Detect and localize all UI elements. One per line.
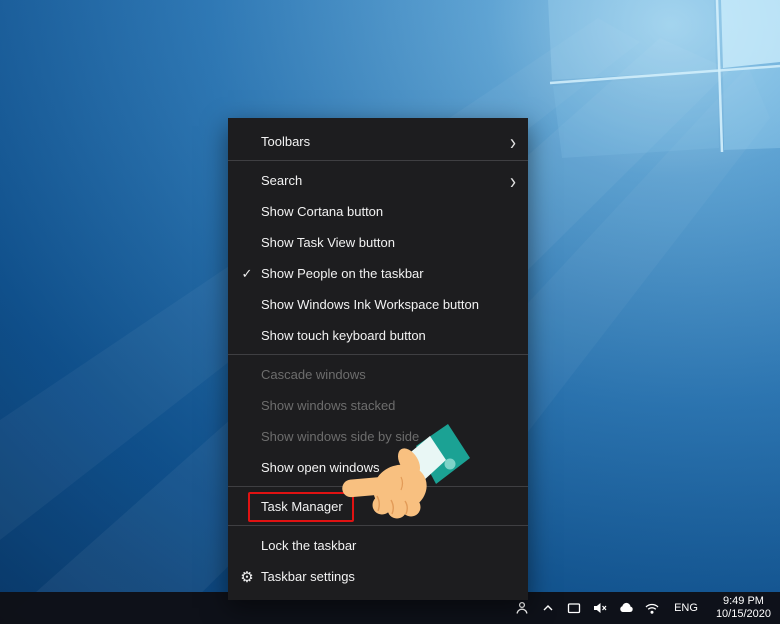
display-icon[interactable] [566,600,582,616]
menu-separator [228,160,528,161]
menu-item-label: Cascade windows [261,367,366,382]
menu-item-label: Taskbar settings [261,569,355,584]
menu-item-search[interactable]: Search › [228,165,528,196]
show-hidden-icons-chevron-icon[interactable] [540,600,556,616]
menu-item-show-windows-side-by-side: Show windows side by side [228,421,528,452]
menu-item-label: Lock the taskbar [261,538,356,553]
clock-date: 10/15/2020 [716,608,771,621]
menu-item-label: Show Cortana button [261,204,383,219]
menu-item-show-touch-keyboard[interactable]: Show touch keyboard button [228,320,528,351]
menu-item-label: Show open windows [261,460,380,475]
menu-separator [228,354,528,355]
menu-item-show-windows-stacked: Show windows stacked [228,390,528,421]
menu-item-label: Show Task View button [261,235,395,250]
people-icon[interactable] [514,600,530,616]
gear-icon: ⚙ [238,568,256,586]
menu-separator [228,525,528,526]
menu-item-label: Task Manager [261,499,343,514]
menu-separator [228,486,528,487]
volume-muted-icon[interactable] [592,600,608,616]
menu-item-taskbar-settings[interactable]: ⚙ Taskbar settings [228,561,528,592]
checkmark-icon: ✓ [238,266,256,282]
menu-item-label: Show windows stacked [261,398,395,413]
menu-item-show-cortana[interactable]: Show Cortana button [228,196,528,227]
taskbar-context-menu: Toolbars › Search › Show Cortana button … [228,118,528,600]
menu-item-show-ink-workspace[interactable]: Show Windows Ink Workspace button [228,289,528,320]
menu-item-label: Search [261,173,302,188]
menu-item-toolbars[interactable]: Toolbars › [228,126,528,157]
taskbar-clock[interactable]: 9:49 PM 10/15/2020 [716,595,771,621]
menu-item-show-task-view[interactable]: Show Task View button [228,227,528,258]
menu-item-show-people[interactable]: ✓ Show People on the taskbar [228,258,528,289]
menu-item-label: Show Windows Ink Workspace button [261,297,479,312]
menu-item-task-manager[interactable]: Task Manager [228,491,528,522]
submenu-chevron-icon: › [510,130,516,153]
menu-item-label: Show windows side by side [261,429,419,444]
menu-item-show-open-windows[interactable]: Show open windows [228,452,528,483]
clock-time: 9:49 PM [716,595,771,608]
onedrive-cloud-icon[interactable] [618,600,634,616]
menu-item-label: Toolbars [261,134,310,149]
network-wifi-icon[interactable] [644,600,660,616]
menu-item-label: Show People on the taskbar [261,266,424,281]
menu-item-label: Show touch keyboard button [261,328,426,343]
system-tray: ENG 9:49 PM 10/15/2020 [514,595,775,621]
menu-item-cascade-windows: Cascade windows [228,359,528,390]
language-indicator[interactable]: ENG [674,602,698,614]
submenu-chevron-icon: › [510,169,516,192]
menu-item-lock-the-taskbar[interactable]: Lock the taskbar [228,530,528,561]
